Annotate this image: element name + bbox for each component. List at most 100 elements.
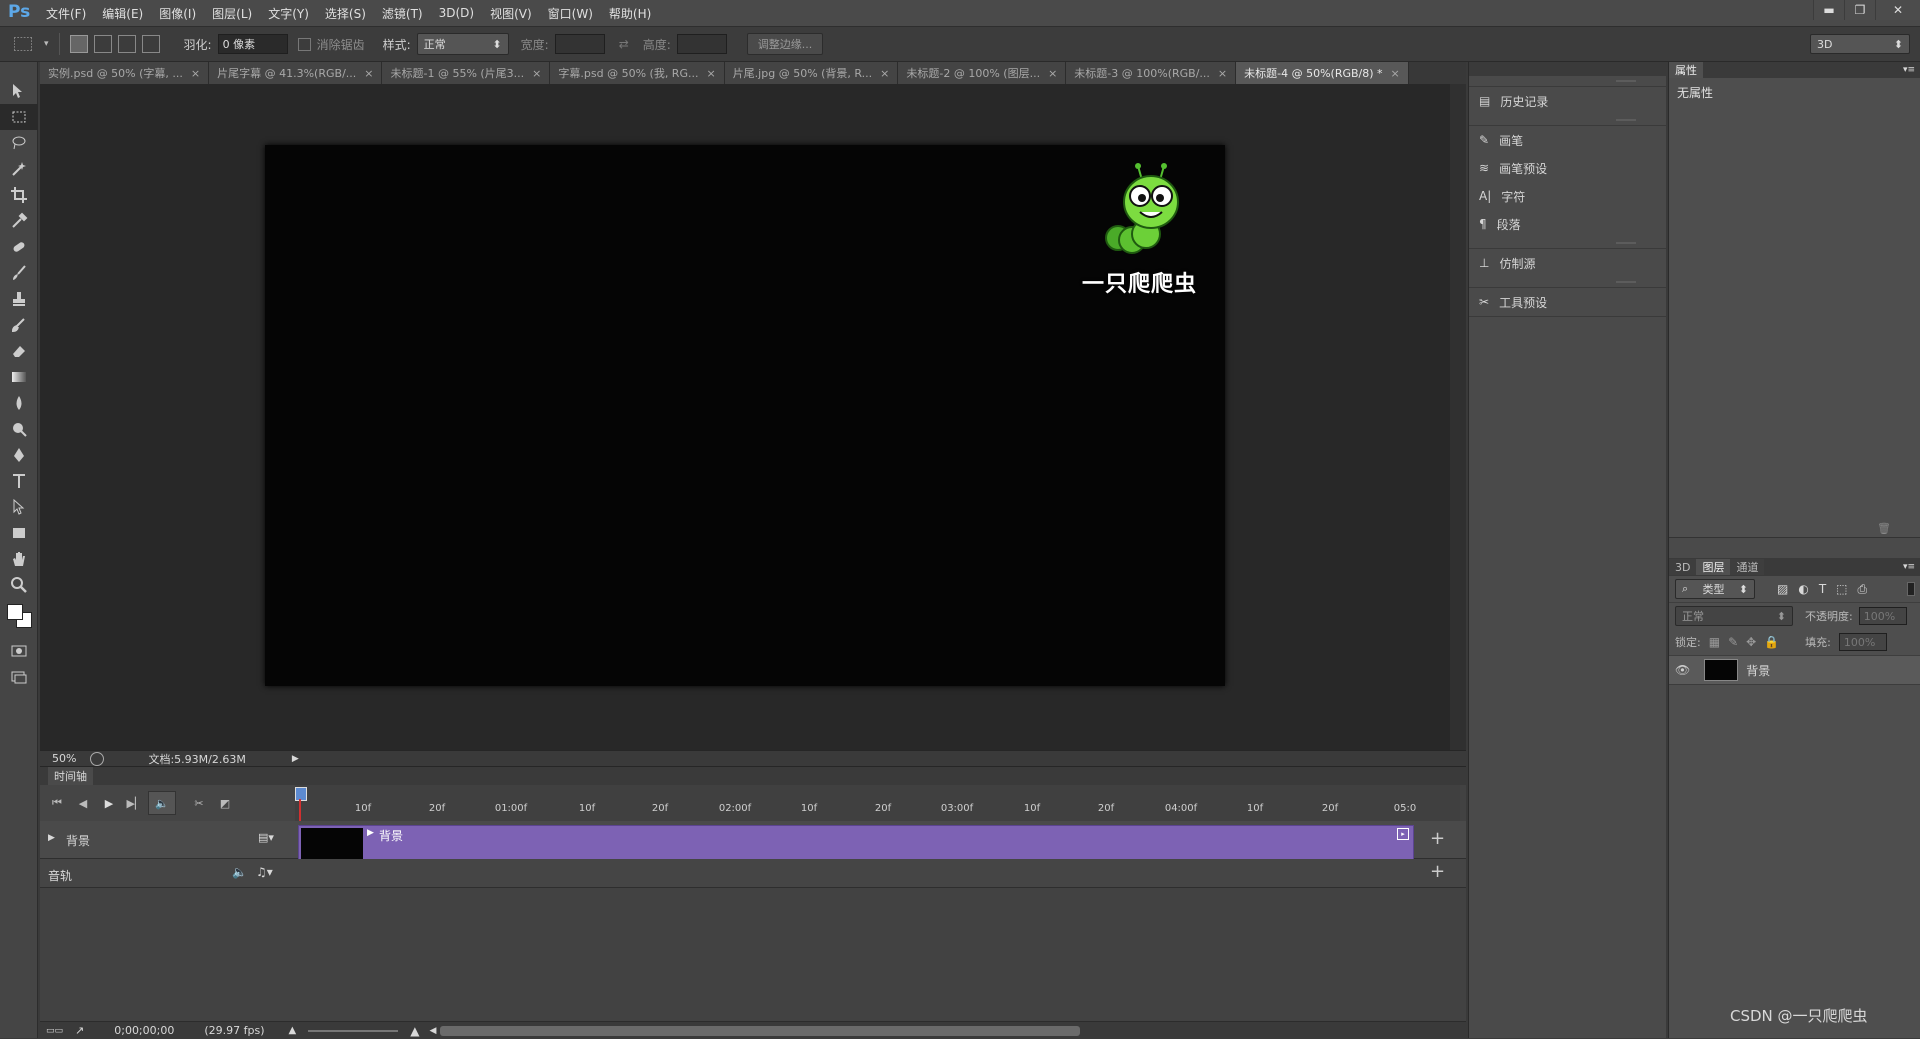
dodge-tool-icon[interactable] xyxy=(0,416,38,442)
close-icon[interactable]: × xyxy=(364,67,373,80)
type-filter-icon[interactable]: T xyxy=(1819,582,1826,596)
tab-document[interactable]: 未标题-3 @ 100%(RGB/... × xyxy=(1066,62,1237,84)
tab-document-active[interactable]: 未标题-4 @ 50%(RGB/8) * × xyxy=(1236,62,1409,84)
filter-kind-select[interactable]: ⌕ 类型 ⬍ xyxy=(1675,579,1755,599)
magic-wand-icon[interactable] xyxy=(0,156,38,182)
timeline-ruler[interactable]: 10f 20f 01:00f 10f 20f 02:00f 10f 20f 03… xyxy=(295,785,1460,1039)
opacity-input[interactable]: 100% xyxy=(1858,607,1907,625)
menu-image[interactable]: 图像(I) xyxy=(159,5,196,22)
tab-document[interactable]: 字幕.psd @ 50% (我, RG... × xyxy=(550,62,725,84)
tab-document[interactable]: 片尾.jpg @ 50% (背景, R... × xyxy=(724,62,899,84)
close-icon[interactable]: × xyxy=(191,67,200,80)
shape-tool-icon[interactable] xyxy=(0,520,38,546)
dock-item-brush[interactable]: ✎ 画笔 xyxy=(1469,126,1666,154)
trash-icon[interactable]: 🗑 xyxy=(1877,522,1891,535)
menu-help[interactable]: 帮助(H) xyxy=(609,5,651,22)
dock-item-character[interactable]: A| 字符 xyxy=(1469,182,1666,210)
status-menu-arrow-icon[interactable]: ▶ xyxy=(292,754,299,764)
music-note-icon[interactable]: ♫▾ xyxy=(256,865,273,879)
scroll-left-icon[interactable]: ◀ xyxy=(429,1026,436,1036)
feather-input[interactable]: 0 像素 xyxy=(217,34,288,54)
menu-3d[interactable]: 3D(D) xyxy=(439,6,474,20)
tab-document[interactable]: 未标题-1 @ 55% (片尾3... × xyxy=(382,62,551,84)
lock-position-icon[interactable]: ✥ xyxy=(1746,635,1756,649)
pen-tool-icon[interactable] xyxy=(0,442,38,468)
pixel-filter-icon[interactable]: ▨ xyxy=(1777,582,1788,596)
zoom-slider[interactable] xyxy=(308,1029,399,1032)
clip-menu-icon[interactable]: ▸ xyxy=(1397,828,1409,840)
refine-edge-button[interactable]: 调整边缘... xyxy=(746,33,824,55)
filter-toggle[interactable] xyxy=(1907,582,1915,596)
adjustment-filter-icon[interactable]: ◐ xyxy=(1798,582,1808,596)
menu-file[interactable]: 文件(F) xyxy=(46,5,86,22)
expand-track-icon[interactable]: ▶ xyxy=(48,833,55,843)
tab-properties[interactable]: 属性 xyxy=(1669,62,1703,78)
menu-window[interactable]: 窗口(W) xyxy=(548,5,593,22)
menu-view[interactable]: 视图(V) xyxy=(490,5,532,22)
previous-frame-icon[interactable]: ◀ xyxy=(70,792,96,814)
split-clip-icon[interactable]: ✂ xyxy=(186,792,212,814)
tab-layers[interactable]: 图层 xyxy=(1696,559,1731,575)
type-tool-icon[interactable] xyxy=(0,468,38,494)
zoom-in-icon[interactable]: ▲ xyxy=(410,1024,419,1038)
canvas-scrollbar[interactable] xyxy=(1450,84,1466,750)
convert-icon[interactable]: ↗ xyxy=(75,1024,84,1037)
close-icon[interactable]: × xyxy=(1048,67,1057,80)
play-icon[interactable]: ▶ xyxy=(96,792,122,814)
marquee-tool-icon[interactable] xyxy=(0,104,38,130)
marquee-tool-preset-icon[interactable] xyxy=(14,37,32,51)
lock-transparency-icon[interactable]: ▦ xyxy=(1709,635,1720,649)
fill-input[interactable]: 100% xyxy=(1838,633,1887,651)
dock-item-history[interactable]: ▤ 历史记录 xyxy=(1469,87,1666,115)
close-icon[interactable]: × xyxy=(1218,67,1227,80)
tab-document[interactable]: 片尾字幕 @ 41.3%(RGB/... × xyxy=(209,62,383,84)
tab-document[interactable]: 未标题-2 @ 100% (图层... × xyxy=(898,62,1067,84)
panel-menu-icon[interactable]: ▾≡ xyxy=(1903,562,1915,572)
menu-filter[interactable]: 滤镜(T) xyxy=(382,5,423,22)
healing-brush-icon[interactable] xyxy=(0,234,38,260)
intersect-selection-icon[interactable] xyxy=(141,35,160,53)
dock-item-clone-source[interactable]: ⊥ 仿制源 xyxy=(1469,249,1666,277)
transition-icon[interactable]: ◩ xyxy=(212,792,238,814)
dock-item-brush-preset[interactable]: ≋ 画笔预设 xyxy=(1469,154,1666,182)
visibility-eye-icon[interactable]: 👁 xyxy=(1675,663,1690,677)
playhead-handle[interactable] xyxy=(295,787,307,801)
clip-expand-icon[interactable]: ▶ xyxy=(367,828,374,838)
status-info-icon[interactable] xyxy=(90,751,105,766)
new-selection-icon[interactable] xyxy=(69,35,88,53)
toolbar-grip[interactable] xyxy=(0,62,37,78)
quick-mask-icon[interactable] xyxy=(0,638,38,664)
subtract-selection-icon[interactable] xyxy=(117,35,136,53)
timeline-title[interactable]: 时间轴 xyxy=(48,767,93,785)
path-selection-icon[interactable] xyxy=(0,494,38,520)
height-input[interactable] xyxy=(676,34,727,54)
next-frame-icon[interactable]: ▶▏ xyxy=(122,792,148,814)
dock-item-tool-preset[interactable]: ✂ 工具预设 xyxy=(1469,288,1666,316)
restore-button[interactable]: ❐ xyxy=(1844,0,1875,20)
blur-tool-icon[interactable] xyxy=(0,390,38,416)
lock-pixels-icon[interactable]: ✎ xyxy=(1728,635,1738,649)
add-selection-icon[interactable] xyxy=(93,35,112,53)
eyedropper-icon[interactable] xyxy=(0,208,38,234)
workspace-select[interactable]: 3D ⬍ xyxy=(1810,34,1910,54)
width-input[interactable] xyxy=(554,34,605,54)
menu-layer[interactable]: 图层(L) xyxy=(212,5,252,22)
brush-tool-icon[interactable] xyxy=(0,260,38,286)
color-swatches[interactable] xyxy=(0,598,37,638)
swap-icon[interactable]: ⇄ xyxy=(619,37,629,51)
close-icon[interactable]: × xyxy=(880,67,889,80)
minimize-button[interactable]: ▬ xyxy=(1813,0,1844,20)
crop-tool-icon[interactable] xyxy=(0,182,38,208)
style-select[interactable]: 正常 ⬍ xyxy=(416,33,509,55)
audio-mute-icon[interactable]: 🔈 xyxy=(148,791,176,815)
add-audio-icon[interactable]: + xyxy=(1430,861,1445,882)
tab-channels[interactable]: 通道 xyxy=(1730,559,1765,575)
close-icon[interactable]: × xyxy=(1391,67,1400,80)
screen-mode-icon[interactable] xyxy=(0,664,38,690)
close-icon[interactable]: × xyxy=(706,67,715,80)
smart-object-filter-icon[interactable]: ⎙ xyxy=(1858,582,1868,597)
render-video-icon[interactable]: ▭▭ xyxy=(46,1026,63,1036)
move-tool-icon[interactable] xyxy=(0,78,38,104)
speaker-icon[interactable]: 🔈 xyxy=(232,865,247,879)
hand-tool-icon[interactable] xyxy=(0,546,38,572)
